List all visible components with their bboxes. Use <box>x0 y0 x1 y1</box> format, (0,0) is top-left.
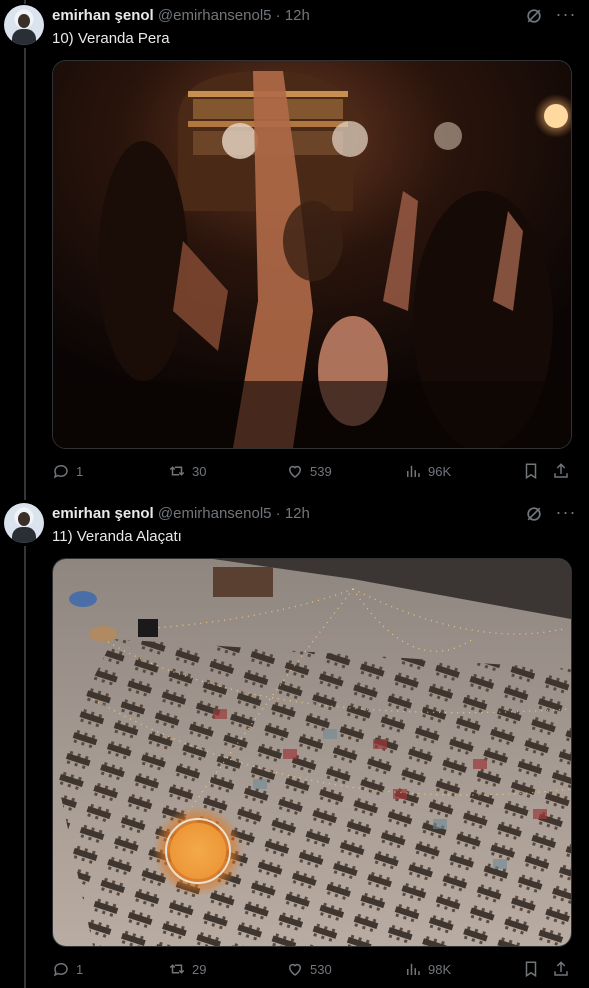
bookmark-icon[interactable] <box>522 462 540 480</box>
like-button[interactable]: 530 <box>286 959 332 979</box>
view-count: 96K <box>428 463 452 479</box>
tweet-header: emirhan şenol @emirhansenol5 · 12h <box>52 7 310 25</box>
like-count: 530 <box>310 961 332 977</box>
nightclub-crowd-photo <box>53 61 571 448</box>
author-name[interactable]: emirhan şenol <box>52 505 154 522</box>
share-icon[interactable] <box>552 462 570 480</box>
author-handle[interactable]: @emirhansenol5 <box>158 7 272 24</box>
separator-dot: · <box>275 505 281 522</box>
tweet-time[interactable]: 12h <box>285 505 310 522</box>
reply-button[interactable]: 1 <box>52 959 83 979</box>
tweet-header: emirhan şenol @emirhansenol5 · 12h <box>52 505 310 523</box>
tweet-photo[interactable] <box>52 558 572 947</box>
tweet-actions: 1 30 539 96K <box>52 461 570 481</box>
tweet-2[interactable]: emirhan şenol @emirhansenol5 · 12h ··· 1… <box>0 498 589 988</box>
views-icon <box>407 465 420 477</box>
heart-icon <box>288 963 302 976</box>
avatar[interactable] <box>4 5 44 45</box>
bookmark-icon[interactable] <box>522 960 540 978</box>
more-icon[interactable]: ··· <box>554 4 578 28</box>
like-button[interactable]: 539 <box>286 461 332 481</box>
tweet-photo[interactable] <box>52 60 572 449</box>
avatar[interactable] <box>4 503 44 543</box>
like-count: 539 <box>310 463 332 479</box>
share-icon[interactable] <box>552 960 570 978</box>
tweet-1[interactable]: emirhan şenol @emirhansenol5 · 12h ··· 1… <box>0 0 589 498</box>
reply-button[interactable]: 1 <box>52 461 83 481</box>
reply-icon <box>53 464 68 479</box>
author-handle[interactable]: @emirhansenol5 <box>158 505 272 522</box>
tweet-time[interactable]: 12h <box>285 7 310 24</box>
heart-icon <box>288 465 302 478</box>
more-icon[interactable]: ··· <box>554 502 578 526</box>
reply-count: 1 <box>76 463 84 479</box>
view-count: 98K <box>428 961 452 977</box>
repost-count: 30 <box>192 463 207 479</box>
views-icon <box>407 963 420 975</box>
tweet-text: 10) Veranda Pera <box>52 30 170 47</box>
separator-dot: · <box>275 7 281 24</box>
repost-icon <box>169 964 185 974</box>
grok-icon[interactable] <box>524 504 544 524</box>
author-name[interactable]: emirhan şenol <box>52 7 154 24</box>
views-button[interactable]: 96K <box>404 461 451 481</box>
grok-icon[interactable] <box>524 6 544 26</box>
tweet-actions: 1 29 530 98K <box>52 959 570 979</box>
repost-button[interactable]: 29 <box>168 959 206 979</box>
aerial-outdoor-dining-photo <box>53 559 571 946</box>
reply-count: 1 <box>76 961 84 977</box>
reply-icon <box>53 962 68 977</box>
repost-icon <box>169 466 185 476</box>
views-button[interactable]: 98K <box>404 959 451 979</box>
repost-count: 29 <box>192 961 207 977</box>
tweet-text: 11) Veranda Alaçatı <box>52 528 182 545</box>
repost-button[interactable]: 30 <box>168 461 206 481</box>
